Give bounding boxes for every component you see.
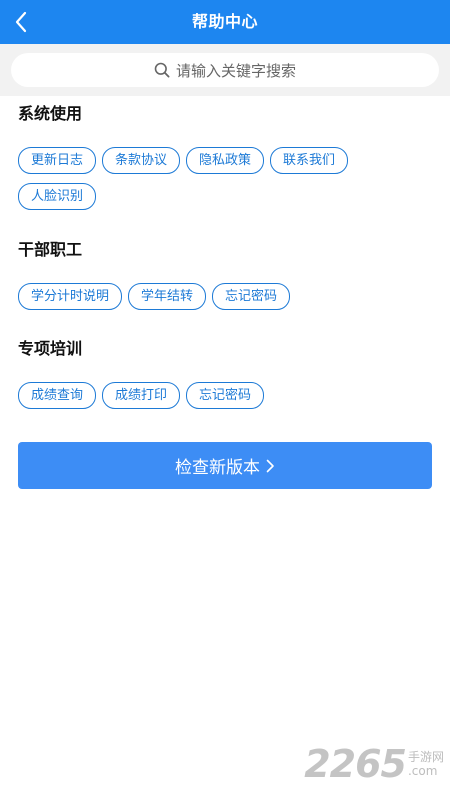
section-system-usage: 系统使用 更新日志 条款协议 隐私政策 联系我们人脸识别	[18, 103, 438, 219]
check-update-label: 检查新版本	[175, 458, 260, 478]
search-icon	[154, 62, 170, 78]
chevron-right-icon	[266, 459, 274, 472]
section-title: 专项培训	[18, 339, 83, 358]
watermark-number: 2265	[304, 742, 407, 786]
tag-terms[interactable]: 条款协议	[102, 147, 181, 174]
section-title: 干部职工	[18, 240, 83, 259]
watermark-logo: 2265 手游网 .com	[304, 742, 444, 786]
search-bar-container: 请输入关键字搜索	[0, 44, 450, 96]
app-header: 帮助中心	[0, 0, 450, 44]
search-input[interactable]: 请输入关键字搜索	[11, 53, 439, 87]
tag-score-print[interactable]: 成绩打印	[102, 382, 181, 409]
tag-forgot-password[interactable]: 忘记密码	[186, 382, 265, 409]
tag-credit-hours-guide[interactable]: 学分计时说明	[18, 283, 123, 310]
tag-list: 成绩查询 成绩打印 忘记密码	[18, 382, 438, 418]
section-special-training: 专项培训 成绩查询 成绩打印 忘记密码	[18, 338, 438, 418]
watermark-text: 手游网 .com	[407, 750, 444, 778]
tag-score-query[interactable]: 成绩查询	[18, 382, 97, 409]
search-placeholder: 请输入关键字搜索	[175, 61, 296, 80]
check-update-button[interactable]: 检查新版本	[18, 442, 432, 489]
tag-list: 更新日志 条款协议 隐私政策 联系我们人脸识别	[18, 147, 438, 219]
tag-update-log[interactable]: 更新日志	[18, 147, 97, 174]
tag-year-carryover[interactable]: 学年结转	[128, 283, 207, 310]
tag-list: 学分计时说明 学年结转 忘记密码	[18, 283, 438, 319]
section-staff: 干部职工 学分计时说明 学年结转 忘记密码	[18, 239, 438, 319]
section-title: 系统使用	[18, 104, 83, 123]
tag-forgot-password[interactable]: 忘记密码	[212, 283, 291, 310]
tag-privacy-policy[interactable]: 隐私政策	[186, 147, 265, 174]
page-title: 帮助中心	[191, 12, 258, 31]
tag-contact-us[interactable]: 联系我们	[270, 147, 349, 174]
tag-face-recognition[interactable]: 人脸识别	[18, 183, 97, 210]
